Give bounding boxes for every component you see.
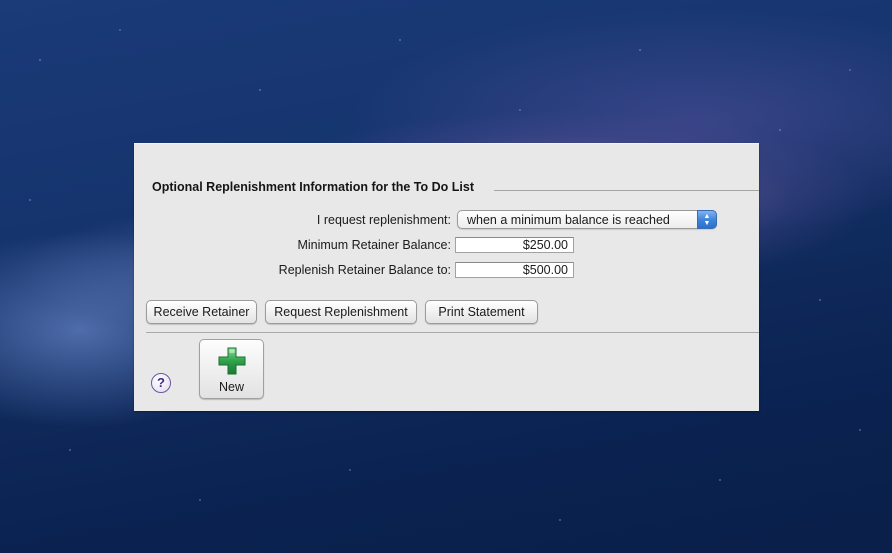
min-balance-field[interactable]: $250.00: [455, 237, 574, 253]
replenish-to-field[interactable]: $500.00: [455, 262, 574, 278]
min-balance-label: Minimum Retainer Balance:: [297, 238, 451, 252]
new-button-label: New: [218, 380, 244, 394]
print-statement-button[interactable]: Print Statement: [425, 300, 538, 324]
section-title: Optional Replenishment Information for t…: [152, 180, 478, 194]
help-icon[interactable]: ?: [151, 373, 171, 393]
replenishment-popup[interactable]: when a minimum balance is reached ▲ ▼: [457, 210, 717, 229]
replenishment-popup-value: when a minimum balance is reached: [467, 213, 670, 227]
new-button[interactable]: New: [199, 339, 264, 399]
request-replenishment-button[interactable]: Request Replenishment: [265, 300, 417, 324]
up-down-arrows-icon: ▲ ▼: [697, 210, 717, 229]
replenishment-panel: Optional Replenishment Information for t…: [134, 143, 759, 411]
replenish-to-label: Replenish Retainer Balance to:: [278, 263, 451, 277]
green-plus-icon: [218, 347, 246, 375]
toolbar-divider: [146, 332, 759, 333]
replenishment-label: I request replenishment:: [316, 213, 451, 227]
receive-retainer-button[interactable]: Receive Retainer: [146, 300, 257, 324]
section-divider: [494, 190, 759, 191]
